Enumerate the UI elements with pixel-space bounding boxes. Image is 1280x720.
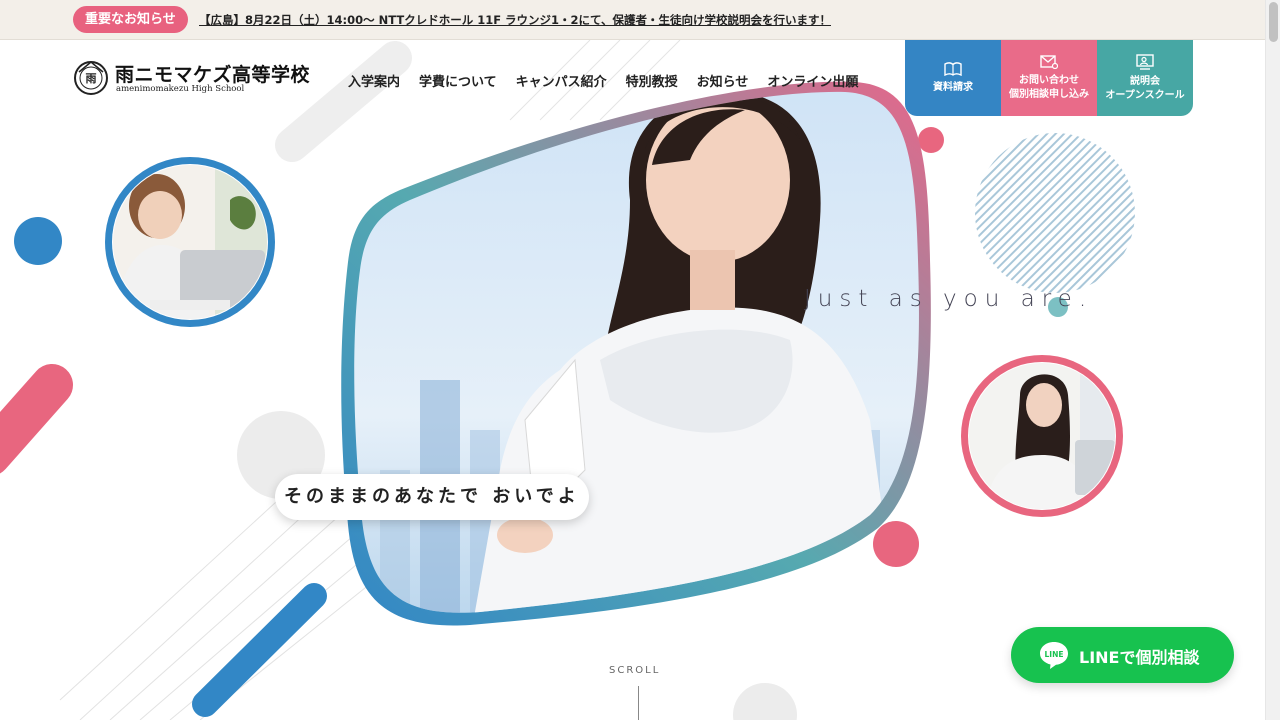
cta-group: 資料請求 お問い合わせ 個別相談申し込み 説明会 オープンスクール [905, 40, 1193, 116]
presentation-icon [1136, 53, 1154, 70]
notice-bar: 重要なお知らせ 【広島】8月22日（土）14:00〜 NTTクレドホール 11F… [0, 0, 1265, 40]
nav-special-professor[interactable]: 特別教授 [626, 71, 678, 90]
nav-news[interactable]: お知らせ [697, 71, 749, 90]
nav-online-application[interactable]: オンライン出願 [767, 71, 858, 90]
contact-label-1: お問い合わせ [1019, 74, 1079, 86]
school-name: 雨ニモマケズ高等学校 [115, 64, 311, 86]
info-label-2: オープンスクール [1105, 89, 1185, 101]
brochure-request-button[interactable]: 資料請求 [905, 40, 1001, 116]
hero-english-copy: Just as you are. [804, 286, 1094, 312]
scrollbar-thumb[interactable] [1269, 2, 1278, 42]
book-icon [944, 61, 962, 76]
scroll-indicator-label[interactable]: SCROLL [609, 665, 660, 676]
global-nav: 入学案内 学費について キャンパス紹介 特別教授 お知らせ オンライン出願 [348, 71, 858, 90]
line-chat-icon: LINE [1040, 642, 1068, 669]
line-consultation-button[interactable]: LINE LINEで個別相談 [1011, 627, 1234, 683]
line-consultation-label: LINEで個別相談 [1079, 648, 1200, 667]
hero-tagline: そのままのあなたで おいでよ [275, 474, 589, 520]
mail-icon [1040, 54, 1058, 69]
nav-tuition[interactable]: 学費について [419, 71, 497, 90]
school-logo[interactable]: 雨 雨ニモマケズ高等学校 amenimomakezu High School [73, 60, 313, 96]
nav-campus[interactable]: キャンパス紹介 [516, 71, 607, 90]
school-emblem-icon: 雨 [74, 61, 108, 95]
scroll-indicator-line [638, 686, 639, 720]
brochure-label: 資料請求 [933, 81, 973, 93]
line-icon-text: LINE [1045, 650, 1064, 659]
important-notice-badge[interactable]: 重要なお知らせ [73, 6, 188, 33]
school-name-english: amenimomakezu High School [116, 84, 245, 94]
info-session-button[interactable]: 説明会 オープンスクール [1097, 40, 1193, 116]
contact-label-2: 個別相談申し込み [1009, 88, 1089, 100]
notice-link[interactable]: 【広島】8月22日（土）14:00〜 NTTクレドホール 11F ラウンジ1・2… [199, 12, 831, 28]
nav-admission[interactable]: 入学案内 [348, 71, 400, 90]
emblem-char: 雨 [86, 72, 97, 85]
page-scrollbar[interactable] [1265, 0, 1280, 720]
contact-button[interactable]: お問い合わせ 個別相談申し込み [1001, 40, 1097, 116]
info-label-1: 説明会 [1130, 75, 1160, 87]
